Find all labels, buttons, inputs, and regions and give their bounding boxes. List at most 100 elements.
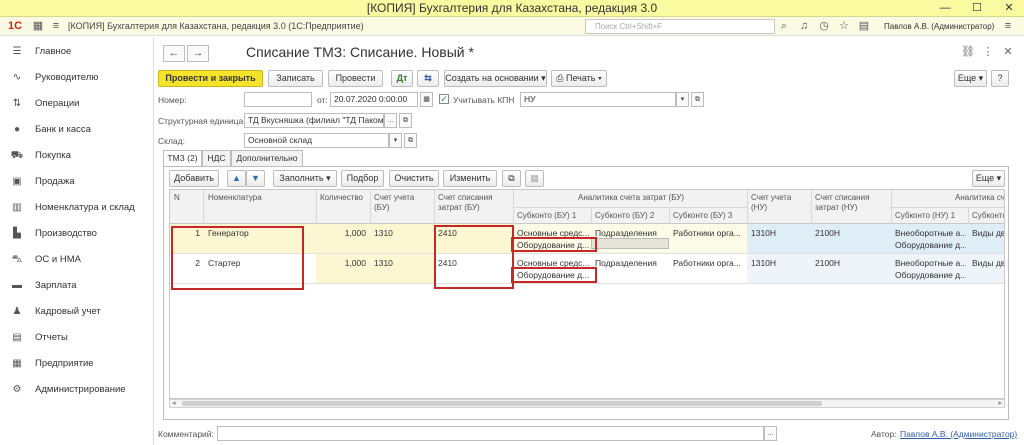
tab-tmz[interactable]: ТМЗ (2): [163, 150, 202, 167]
sidebar-item-production[interactable]: ▙ Производство: [0, 221, 154, 247]
col-sub1-header[interactable]: Субконто (БУ) 1: [517, 211, 576, 221]
warehouse-input[interactable]: Основной склад: [244, 133, 389, 148]
grid-menu-icon[interactable]: ▦: [30, 19, 46, 34]
post-button[interactable]: Провести: [328, 70, 383, 87]
writeoff-nu-cell[interactable]: 2100Н: [815, 258, 840, 269]
col-sub2-header[interactable]: Субконто (БУ) 2: [595, 211, 654, 221]
comment-input[interactable]: [217, 426, 764, 441]
date-input[interactable]: 20.07.2020 0:00:00: [330, 92, 418, 107]
save-button[interactable]: Записать: [268, 70, 323, 87]
number-input[interactable]: [244, 92, 312, 107]
kpn-select[interactable]: НУ: [520, 92, 676, 107]
col-sub3-header[interactable]: Субконто (БУ) 3: [673, 211, 732, 221]
sub2-cell[interactable]: Подразделения: [595, 228, 667, 239]
author-link[interactable]: Павлов А.В. (Администратор): [900, 429, 1017, 439]
print-button[interactable]: ⎙ Печать ▾: [551, 70, 607, 87]
create-based-on-button[interactable]: Создать на основании ▾: [444, 70, 547, 87]
sidebar-item-nomenclature[interactable]: ▥ Номенклатура и склад: [0, 195, 154, 221]
global-search-input[interactable]: Поиск Ctrl+Shift+F: [585, 19, 775, 34]
sidebar-item-enterprise[interactable]: ▦ Предприятие: [0, 351, 154, 377]
chevron-down-icon[interactable]: ▾: [676, 92, 689, 107]
link-icon[interactable]: ⛓: [961, 44, 975, 60]
sub-nu2-cell[interactable]: Виды дви: [972, 228, 1004, 239]
col-sub-nu2-header[interactable]: Субконто: [972, 211, 1004, 221]
sidebar-item-salary[interactable]: ▬ Зарплата: [0, 273, 154, 299]
sub3-cell[interactable]: Работники орга...: [673, 228, 745, 239]
fill-button[interactable]: Заполнить ▾: [273, 170, 337, 187]
scrollbar-thumb[interactable]: [182, 401, 822, 406]
sub-nu1-cell[interactable]: Внеоборотные а...: [895, 258, 966, 269]
horizontal-scrollbar[interactable]: ◂ ▸: [169, 399, 1005, 408]
copy-row-icon[interactable]: ⧉: [502, 170, 521, 187]
qty-cell[interactable]: 1,000: [320, 258, 366, 269]
account-cell[interactable]: 1310: [374, 228, 393, 239]
delete-row-icon[interactable]: ▦: [525, 170, 544, 187]
unit-input[interactable]: ТД Вкусняшка (филиал "ТД Пакомк: [244, 113, 384, 128]
more-vertical-icon[interactable]: ⋮: [981, 44, 995, 60]
writeoff-nu-cell[interactable]: 2100Н: [815, 228, 840, 239]
sidebar-item-hr[interactable]: ♟ Кадровый учет: [0, 299, 154, 325]
table-more-button[interactable]: Еще ▾: [972, 170, 1005, 187]
sidebar-item-purchase[interactable]: ⛟ Покупка: [0, 143, 154, 169]
minimize-icon[interactable]: —: [930, 0, 960, 17]
menu-icon[interactable]: ≡: [48, 19, 64, 34]
account-nu-cell[interactable]: 1310Н: [751, 258, 776, 269]
dt-kt-icon[interactable]: Дт: [391, 70, 413, 87]
select-icon[interactable]: …: [764, 426, 777, 441]
sub-nu1-cell[interactable]: Внеоборотные а...: [895, 228, 966, 239]
close-form-icon[interactable]: ✕: [1001, 44, 1015, 60]
scroll-left-icon[interactable]: ◂: [172, 399, 176, 407]
sub-nu2-cell[interactable]: Виды дви: [972, 258, 1004, 269]
col-account-header[interactable]: Счет учета (БУ): [374, 193, 414, 213]
account-cell[interactable]: 1310: [374, 258, 393, 269]
col-item-header[interactable]: Номенклатура: [208, 193, 262, 203]
structure-icon[interactable]: ⇆: [417, 70, 439, 87]
scroll-right-icon[interactable]: ▸: [998, 399, 1002, 407]
sidebar-item-main[interactable]: ☰ Главное: [0, 39, 154, 65]
sidebar-item-manager[interactable]: ∿ Руководителю: [0, 65, 154, 91]
sidebar-item-sales[interactable]: ▣ Продажа: [0, 169, 154, 195]
move-up-icon[interactable]: ▲: [227, 170, 246, 187]
clear-button[interactable]: Очистить: [389, 170, 439, 187]
calendar-icon[interactable]: ▦: [420, 92, 433, 107]
close-icon[interactable]: ✕: [994, 0, 1024, 17]
change-button[interactable]: Изменить: [443, 170, 497, 187]
history-icon[interactable]: ◷: [816, 19, 832, 34]
sub2-cell[interactable]: Подразделения: [595, 258, 667, 269]
kpn-checkbox[interactable]: ✓: [439, 94, 449, 104]
tab-additional[interactable]: Дополнительно: [231, 150, 303, 166]
search-icon[interactable]: ⌕: [776, 19, 792, 34]
col-n-header[interactable]: N: [174, 193, 180, 203]
col-qty-header[interactable]: Количество: [320, 193, 363, 203]
bell-icon[interactable]: ♫: [796, 19, 812, 34]
help-button[interactable]: ?: [991, 70, 1009, 87]
tab-vat[interactable]: НДС: [202, 150, 231, 166]
sidebar-item-operations[interactable]: ⇅ Операции: [0, 91, 154, 117]
more-button[interactable]: Еще ▾: [954, 70, 987, 87]
forward-button[interactable]: →: [187, 45, 209, 62]
maximize-icon[interactable]: ☐: [962, 0, 992, 17]
qty-cell[interactable]: 1,000: [320, 228, 366, 239]
sub-nu1-second-cell[interactable]: Оборудование д...: [895, 270, 966, 281]
open-icon[interactable]: ⧉: [404, 133, 417, 148]
col-account-nu-header[interactable]: Счет учета (НУ): [751, 193, 791, 213]
back-button[interactable]: ←: [163, 45, 185, 62]
current-user[interactable]: Павлов А.В. (Администратор): [884, 17, 994, 36]
select-icon[interactable]: …: [384, 113, 397, 128]
sidebar-item-reports[interactable]: ▤ Отчеты: [0, 325, 154, 351]
ticket-icon[interactable]: ▤: [856, 19, 872, 34]
col-sub-nu1-header[interactable]: Субконто (НУ) 1: [895, 211, 955, 221]
chevron-down-icon[interactable]: ▾: [389, 133, 402, 148]
open-icon[interactable]: ⧉: [691, 92, 704, 107]
post-and-close-button[interactable]: Провести и закрыть: [158, 70, 263, 87]
sidebar-item-fixed-assets[interactable]: ⛍ ОС и НМА: [0, 247, 154, 273]
sub-nu1-second-cell[interactable]: Оборудование д...: [895, 240, 966, 251]
col-writeoff-nu-header[interactable]: Счет списания затрат (НУ): [815, 193, 869, 213]
col-writeoff-header[interactable]: Счет списания затрат (БУ): [438, 193, 492, 213]
open-icon[interactable]: ⧉: [399, 113, 412, 128]
move-down-icon[interactable]: ▼: [246, 170, 265, 187]
sub3-cell[interactable]: Работники орга...: [673, 258, 745, 269]
sidebar-item-bank[interactable]: ● Банк и касса: [0, 117, 154, 143]
empty-cell-editor[interactable]: [591, 238, 669, 249]
sidebar-item-administration[interactable]: ⚙ Администрирование: [0, 377, 154, 403]
